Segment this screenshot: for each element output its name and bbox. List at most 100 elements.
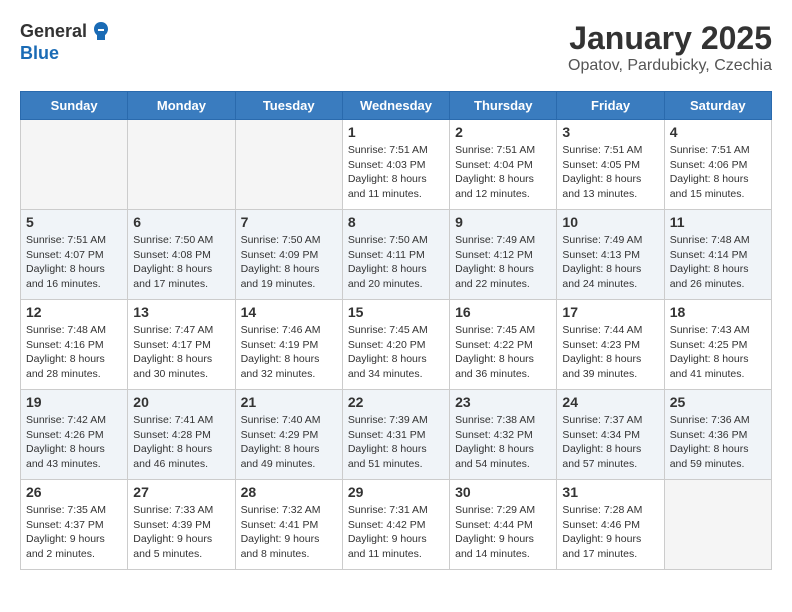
table-row: 3 Sunrise: 7:51 AM Sunset: 4:05 PM Daylig… <box>557 120 664 210</box>
day-info: Sunrise: 7:46 AM Sunset: 4:19 PM Dayligh… <box>241 323 337 382</box>
table-row <box>664 480 771 570</box>
table-row <box>21 120 128 210</box>
day-info: Sunrise: 7:50 AM Sunset: 4:08 PM Dayligh… <box>133 233 229 292</box>
day-info: Sunrise: 7:41 AM Sunset: 4:28 PM Dayligh… <box>133 413 229 472</box>
table-row: 10 Sunrise: 7:49 AM Sunset: 4:13 PM Dayli… <box>557 210 664 300</box>
calendar-header-row: Sunday Monday Tuesday Wednesday Thursday… <box>21 92 772 120</box>
day-number: 26 <box>26 484 122 500</box>
day-info: Sunrise: 7:42 AM Sunset: 4:26 PM Dayligh… <box>26 413 122 472</box>
day-number: 6 <box>133 214 229 230</box>
day-number: 8 <box>348 214 444 230</box>
day-number: 15 <box>348 304 444 320</box>
header-monday: Monday <box>128 92 235 120</box>
table-row: 22Sunrise: 7:39 AM Sunset: 4:31 PM Dayli… <box>342 390 449 480</box>
header-friday: Friday <box>557 92 664 120</box>
title-block: January 2025 Opatov, Pardubicky, Czechia <box>568 20 772 75</box>
day-info: Sunrise: 7:38 AM Sunset: 4:32 PM Dayligh… <box>455 413 551 472</box>
table-row: 23 Sunrise: 7:38 AM Sunset: 4:32 PM Dayli… <box>450 390 557 480</box>
day-number: 25 <box>670 394 766 410</box>
table-row: 2Sunrise: 7:51 AM Sunset: 4:04 PM Daylig… <box>450 120 557 210</box>
table-row: 30 Sunrise: 7:29 AM Sunset: 4:44 PM Dayli… <box>450 480 557 570</box>
table-row: 29Sunrise: 7:31 AM Sunset: 4:42 PM Dayli… <box>342 480 449 570</box>
day-number: 17 <box>562 304 658 320</box>
header-tuesday: Tuesday <box>235 92 342 120</box>
table-row: 20 Sunrise: 7:41 AM Sunset: 4:28 PM Dayli… <box>128 390 235 480</box>
calendar-week-row: 12Sunrise: 7:48 AM Sunset: 4:16 PM Dayli… <box>21 300 772 390</box>
day-number: 22 <box>348 394 444 410</box>
table-row: 27Sunrise: 7:33 AM Sunset: 4:39 PM Dayli… <box>128 480 235 570</box>
day-number: 12 <box>26 304 122 320</box>
calendar-week-row: 26 Sunrise: 7:35 AM Sunset: 4:37 PM Dayli… <box>21 480 772 570</box>
day-number: 30 <box>455 484 551 500</box>
calendar-week-row: 19 Sunrise: 7:42 AM Sunset: 4:26 PM Dayli… <box>21 390 772 480</box>
day-number: 11 <box>670 214 766 230</box>
day-info: Sunrise: 7:51 AM Sunset: 4:07 PM Dayligh… <box>26 233 122 292</box>
table-row: 28 Sunrise: 7:32 AM Sunset: 4:41 PM Dayli… <box>235 480 342 570</box>
table-row: 16Sunrise: 7:45 AM Sunset: 4:22 PM Dayli… <box>450 300 557 390</box>
day-info: Sunrise: 7:47 AM Sunset: 4:17 PM Dayligh… <box>133 323 229 382</box>
day-info: Sunrise: 7:40 AM Sunset: 4:29 PM Dayligh… <box>241 413 337 472</box>
day-number: 10 <box>562 214 658 230</box>
day-info: Sunrise: 7:51 AM Sunset: 4:05 PM Dayligh… <box>562 143 658 202</box>
table-row: 9Sunrise: 7:49 AM Sunset: 4:12 PM Daylig… <box>450 210 557 300</box>
day-number: 9 <box>455 214 551 230</box>
table-row: 15Sunrise: 7:45 AM Sunset: 4:20 PM Dayli… <box>342 300 449 390</box>
day-info: Sunrise: 7:43 AM Sunset: 4:25 PM Dayligh… <box>670 323 766 382</box>
table-row: 19 Sunrise: 7:42 AM Sunset: 4:26 PM Dayli… <box>21 390 128 480</box>
day-number: 7 <box>241 214 337 230</box>
table-row: 31 Sunrise: 7:28 AM Sunset: 4:46 PM Dayli… <box>557 480 664 570</box>
day-info: Sunrise: 7:50 AM Sunset: 4:11 PM Dayligh… <box>348 233 444 292</box>
table-row: 8 Sunrise: 7:50 AM Sunset: 4:11 PM Daylig… <box>342 210 449 300</box>
day-number: 23 <box>455 394 551 410</box>
day-info: Sunrise: 7:29 AM Sunset: 4:44 PM Dayligh… <box>455 503 551 562</box>
day-info: Sunrise: 7:49 AM Sunset: 4:13 PM Dayligh… <box>562 233 658 292</box>
table-row: 14 Sunrise: 7:46 AM Sunset: 4:19 PM Dayli… <box>235 300 342 390</box>
table-row: 25 Sunrise: 7:36 AM Sunset: 4:36 PM Dayli… <box>664 390 771 480</box>
table-row: 21Sunrise: 7:40 AM Sunset: 4:29 PM Dayli… <box>235 390 342 480</box>
table-row: 24 Sunrise: 7:37 AM Sunset: 4:34 PM Dayli… <box>557 390 664 480</box>
day-info: Sunrise: 7:31 AM Sunset: 4:42 PM Dayligh… <box>348 503 444 562</box>
day-number: 28 <box>241 484 337 500</box>
table-row: 7Sunrise: 7:50 AM Sunset: 4:09 PM Daylig… <box>235 210 342 300</box>
header-thursday: Thursday <box>450 92 557 120</box>
table-row: 6 Sunrise: 7:50 AM Sunset: 4:08 PM Daylig… <box>128 210 235 300</box>
month-title: January 2025 <box>568 20 772 57</box>
day-info: Sunrise: 7:28 AM Sunset: 4:46 PM Dayligh… <box>562 503 658 562</box>
day-number: 16 <box>455 304 551 320</box>
calendar: Sunday Monday Tuesday Wednesday Thursday… <box>20 91 772 570</box>
day-number: 2 <box>455 124 551 140</box>
day-number: 20 <box>133 394 229 410</box>
calendar-week-row: 1 Sunrise: 7:51 AM Sunset: 4:03 PM Daylig… <box>21 120 772 210</box>
day-number: 4 <box>670 124 766 140</box>
header-sunday: Sunday <box>21 92 128 120</box>
table-row: 13 Sunrise: 7:47 AM Sunset: 4:17 PM Dayli… <box>128 300 235 390</box>
day-info: Sunrise: 7:44 AM Sunset: 4:23 PM Dayligh… <box>562 323 658 382</box>
day-info: Sunrise: 7:32 AM Sunset: 4:41 PM Dayligh… <box>241 503 337 562</box>
header-saturday: Saturday <box>664 92 771 120</box>
day-number: 18 <box>670 304 766 320</box>
page-header: General Blue January 2025 Opatov, Pardub… <box>20 20 772 75</box>
logo-blue: Blue <box>20 44 113 64</box>
table-row: 4 Sunrise: 7:51 AM Sunset: 4:06 PM Daylig… <box>664 120 771 210</box>
day-number: 24 <box>562 394 658 410</box>
table-row: 11Sunrise: 7:48 AM Sunset: 4:14 PM Dayli… <box>664 210 771 300</box>
day-number: 13 <box>133 304 229 320</box>
day-number: 3 <box>562 124 658 140</box>
day-info: Sunrise: 7:33 AM Sunset: 4:39 PM Dayligh… <box>133 503 229 562</box>
table-row: 12Sunrise: 7:48 AM Sunset: 4:16 PM Dayli… <box>21 300 128 390</box>
day-info: Sunrise: 7:37 AM Sunset: 4:34 PM Dayligh… <box>562 413 658 472</box>
day-info: Sunrise: 7:35 AM Sunset: 4:37 PM Dayligh… <box>26 503 122 562</box>
day-info: Sunrise: 7:51 AM Sunset: 4:03 PM Dayligh… <box>348 143 444 202</box>
calendar-week-row: 5Sunrise: 7:51 AM Sunset: 4:07 PM Daylig… <box>21 210 772 300</box>
day-number: 31 <box>562 484 658 500</box>
day-number: 19 <box>26 394 122 410</box>
header-wednesday: Wednesday <box>342 92 449 120</box>
table-row: 26 Sunrise: 7:35 AM Sunset: 4:37 PM Dayli… <box>21 480 128 570</box>
day-number: 1 <box>348 124 444 140</box>
day-info: Sunrise: 7:51 AM Sunset: 4:06 PM Dayligh… <box>670 143 766 202</box>
table-row <box>235 120 342 210</box>
table-row: 17 Sunrise: 7:44 AM Sunset: 4:23 PM Dayli… <box>557 300 664 390</box>
table-row: 5Sunrise: 7:51 AM Sunset: 4:07 PM Daylig… <box>21 210 128 300</box>
day-info: Sunrise: 7:36 AM Sunset: 4:36 PM Dayligh… <box>670 413 766 472</box>
day-number: 14 <box>241 304 337 320</box>
